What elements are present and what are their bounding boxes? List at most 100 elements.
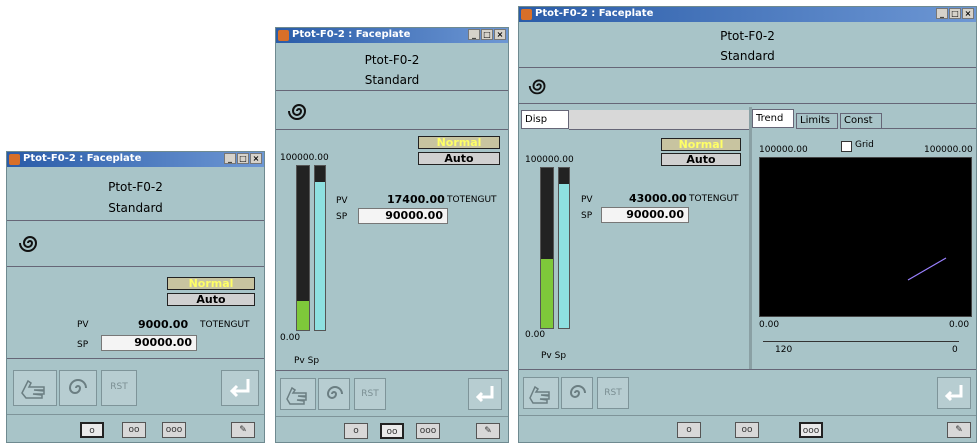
enter-arrow-icon [229,379,250,398]
enter-arrow-icon [475,386,494,403]
trend-time-left: 120 [775,345,793,355]
trend-plot[interactable] [759,157,972,317]
minimize-button[interactable]: _ [224,153,236,164]
sp-bar [314,165,326,331]
size-large-button[interactable]: ooo [162,422,186,438]
tab-limits[interactable]: Limits [796,113,838,129]
grid-checkbox[interactable] [841,141,852,152]
tag-name: Ptot-F0-2 [108,180,163,194]
status-normal: Normal [418,136,500,149]
enter-button[interactable] [221,370,259,406]
tab-trend[interactable]: Trend [752,109,794,128]
pv-label: PV [581,195,593,205]
sp-input[interactable]: 90000.00 [101,335,197,351]
title-bar[interactable]: Ptot-F0-2 : Faceplate _ □ × [519,7,976,22]
size-small-button[interactable]: o [677,422,701,438]
edit-button[interactable]: ✎ [947,422,971,438]
swirl-icon [569,385,586,398]
enter-button[interactable] [468,378,502,410]
spiral-icon [527,74,551,98]
swirl-icon [68,379,87,394]
pv-bar [296,165,310,331]
close-button[interactable]: × [250,153,262,164]
trend-ymax-right: 100000.00 [924,145,973,155]
size-large-button[interactable]: ooo [416,423,440,439]
cascade-button[interactable] [318,378,350,410]
reset-button[interactable]: RST [597,377,629,409]
edit-icon: ✎ [484,426,492,436]
status-normal: Normal [167,277,255,290]
window-title: Ptot-F0-2 : Faceplate [535,8,654,19]
trend-ymax-left: 100000.00 [759,145,808,155]
hand-icon [286,386,307,405]
size-small-button[interactable]: o [80,422,104,438]
mode-label: Standard [364,73,420,87]
pv-unit: TOTENGUT [447,195,497,205]
app-icon [278,30,289,41]
trend-ymin-left: 0.00 [759,320,780,330]
manual-hand-button[interactable] [280,378,316,410]
mode-auto-button[interactable]: Auto [167,293,255,306]
faceplate-window-medium: Ptot-F0-2 : Faceplate _ □ × Ptot-F0-2 St… [275,27,509,443]
sp-label: SP [581,211,593,221]
cascade-button[interactable] [561,377,593,409]
minimize-button[interactable]: _ [936,8,948,19]
scale-max: 100000.00 [280,153,329,163]
spiral-icon [286,98,312,124]
bar-labels: Pv Sp [294,356,320,366]
size-small-button[interactable]: o [344,423,368,439]
manual-hand-button[interactable] [523,377,559,409]
hand-icon [21,379,45,399]
edit-button[interactable]: ✎ [476,423,500,439]
sp-label: SP [336,212,348,222]
enter-button[interactable] [937,377,971,409]
sp-bar [558,167,570,329]
pv-value: 9000.00 [138,318,189,331]
title-bar[interactable]: Ptot-F0-2 : Faceplate _ □ × [276,28,508,43]
edit-icon: ✎ [239,425,247,435]
maximize-button[interactable]: □ [949,8,961,19]
grid-label: Grid [855,140,874,150]
mode-auto-button[interactable]: Auto [418,152,500,165]
close-button[interactable]: × [494,29,506,40]
sp-input[interactable]: 90000.00 [601,207,689,223]
scale-min: 0.00 [280,333,301,343]
tag-name: Ptot-F0-2 [364,53,420,67]
trend-time-right: 0 [952,345,958,355]
reset-button[interactable]: RST [354,378,386,410]
cascade-button[interactable] [59,370,97,406]
manual-hand-button[interactable] [13,370,57,406]
hand-icon [529,385,550,404]
scale-min: 0.00 [525,330,546,340]
size-medium-button[interactable]: oo [122,422,146,438]
reset-button[interactable]: RST [101,370,137,406]
window-title: Ptot-F0-2 : Faceplate [23,153,142,164]
swirl-icon [326,386,343,399]
pv-value: 43000.00 [629,192,687,205]
tab-disp[interactable]: Disp [521,110,569,129]
minimize-button[interactable]: _ [468,29,480,40]
mode-label: Standard [720,49,775,63]
window-title: Ptot-F0-2 : Faceplate [292,29,411,40]
pv-value: 17400.00 [387,193,445,206]
tab-const[interactable]: Const [840,113,882,129]
size-large-button[interactable]: ooo [799,422,823,438]
edit-icon: ✎ [955,425,963,435]
maximize-button[interactable]: □ [237,153,249,164]
bar-labels: Pv Sp [541,351,567,361]
tag-name: Ptot-F0-2 [720,29,775,43]
trend-ymin-right: 0.00 [949,320,970,330]
size-medium-button[interactable]: oo [380,423,404,439]
spiral-icon [17,230,43,256]
maximize-button[interactable]: □ [481,29,493,40]
pv-label: PV [336,196,348,206]
close-button[interactable]: × [962,8,974,19]
size-medium-button[interactable]: oo [735,422,759,438]
sp-label: SP [77,340,89,350]
mode-auto-button[interactable]: Auto [661,153,741,166]
mode-label: Standard [108,201,163,215]
edit-button[interactable]: ✎ [231,422,255,438]
pv-unit: TOTENGUT [689,194,739,204]
title-bar[interactable]: Ptot-F0-2 : Faceplate _ □ × [7,152,264,167]
sp-input[interactable]: 90000.00 [358,208,448,224]
